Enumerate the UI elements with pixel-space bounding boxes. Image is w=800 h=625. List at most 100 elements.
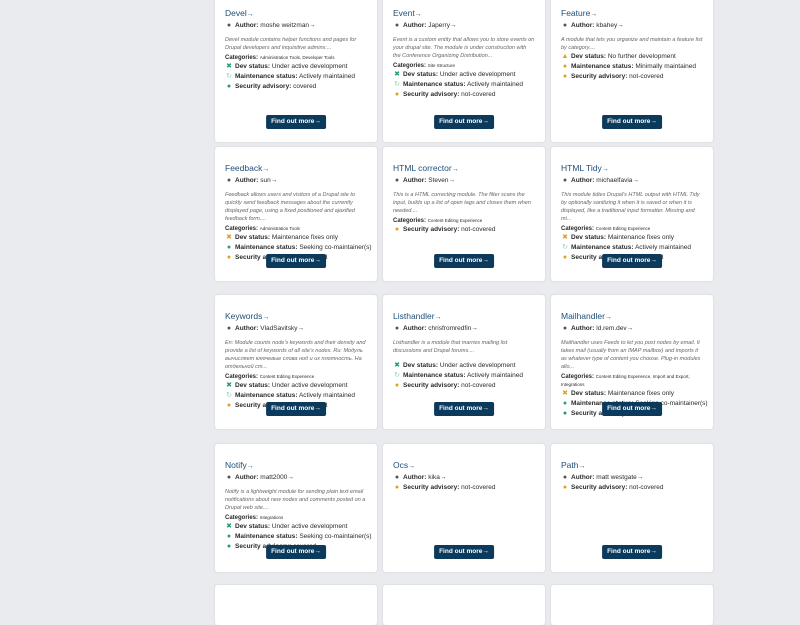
shield-icon: ●: [562, 254, 568, 261]
maintenance-status-row: ↻ Maintenance status: Actively maintained: [226, 73, 355, 80]
maintenance-status-row: ↻ Maintenance status: Actively maintained: [394, 372, 523, 379]
author-link[interactable]: moshe weitzman→: [260, 22, 315, 29]
find-out-more-button[interactable]: Find out more→: [266, 545, 326, 559]
categories-value: Site Structure: [427, 63, 455, 68]
project-title-link[interactable]: Listhandler→: [393, 311, 535, 323]
author-link[interactable]: sun→: [260, 177, 277, 184]
author-row: ● Author: chrisfromredfin→: [394, 325, 478, 332]
shield-icon: ●: [226, 254, 232, 261]
categories-row: Categories: Content Editing Experience, …: [561, 374, 690, 387]
arrow-icon: →: [414, 11, 422, 18]
author-row: ● Author: moshe weitzman→: [226, 22, 316, 29]
author-link[interactable]: Steven→: [428, 177, 455, 184]
categories-value: Content Editing Experience: [427, 218, 483, 223]
project-title-link[interactable]: Ocs→: [393, 460, 535, 472]
categories-value: Content Editing Experience: [259, 374, 315, 379]
person-icon: ●: [562, 22, 568, 29]
arrow-icon: →: [590, 11, 598, 18]
project-description: Devel module contains helper functions a…: [225, 37, 357, 51]
find-out-more-button[interactable]: Find out more→: [266, 402, 326, 416]
dev-status-row: ✖ Dev status: Under active development: [394, 71, 516, 78]
find-out-more-button[interactable]: Find out more→: [602, 115, 662, 129]
categories-row: Categories: Content Editing Experience: [225, 374, 315, 380]
categories-row: Categories: Content Editing Experience: [561, 226, 651, 232]
security-advisory-row: ●Security advisory: not-covered: [562, 484, 664, 491]
person-icon: ●: [226, 474, 232, 481]
author-link[interactable]: matt westgate→: [596, 474, 643, 481]
arrow-icon: →: [262, 314, 270, 321]
author-row: ● Author: Japerry→: [394, 22, 457, 29]
project-title-link[interactable]: Devel→: [225, 8, 367, 20]
security-advisory-row: ●Security advisory: not-covered: [562, 73, 664, 80]
project-card: Feature→ ● Author: kbahey→ A module that …: [551, 0, 713, 142]
arrow-icon: →: [246, 11, 254, 18]
person-icon: ●: [226, 177, 232, 184]
project-card: Notify→ ● Author: matt2000→ Notify is a l…: [215, 444, 377, 572]
security-advisory-row: ●Security advisory: not-covered: [394, 226, 496, 233]
author-row: ● Author: matt westgate→: [562, 474, 644, 481]
categories-row: Categories: Integrations: [225, 515, 284, 521]
users-icon: ●: [562, 400, 568, 407]
arrow-icon: →: [408, 463, 416, 470]
project-title-link[interactable]: Feedback→: [225, 163, 367, 175]
find-out-more-button[interactable]: Find out more→: [434, 115, 494, 129]
author-link[interactable]: michaelfavia→: [596, 177, 639, 184]
find-out-more-button[interactable]: Find out more→: [434, 402, 494, 416]
project-description: En: Module counts node's keywords and th…: [225, 340, 366, 370]
tools-icon: ✖: [226, 382, 232, 389]
project-title-link[interactable]: Path→: [561, 460, 703, 472]
maintenance-status-row: ↻ Maintenance status: Actively maintained: [562, 244, 691, 251]
project-title-link[interactable]: HTML Tidy→: [561, 163, 703, 175]
project-description: A module that lets you organize and main…: [561, 37, 703, 51]
project-description: Listhandler is a module that marries mai…: [393, 340, 508, 354]
find-out-more-button[interactable]: Find out more→: [266, 254, 326, 268]
author-link[interactable]: matt2000→: [260, 474, 294, 481]
shield-check-icon: ●: [562, 410, 568, 417]
author-link[interactable]: ld.rem.dev→: [596, 325, 633, 332]
person-icon: ●: [394, 177, 400, 184]
author-link[interactable]: VladSavitsky→: [260, 325, 304, 332]
author-link[interactable]: Japerry→: [428, 22, 456, 29]
security-advisory-row: ●Security advisory: not-covered: [394, 484, 496, 491]
project-title-link[interactable]: Notify→: [225, 460, 367, 472]
project-card: Path→ ● Author: matt westgate→ ● Security …: [551, 444, 713, 572]
dev-status-row: ✖ Dev status: Under active development: [226, 382, 348, 389]
author-row: ● Author: matt2000→: [226, 474, 294, 481]
author-link[interactable]: chrisfromredfin→: [428, 325, 477, 332]
find-out-more-button[interactable]: Find out more→: [434, 254, 494, 268]
author-row: ● Author: Steven→: [394, 177, 456, 184]
maintenance-status-row: ● Maintenance status: Minimally maintaine…: [562, 63, 697, 70]
project-title-link[interactable]: Event→: [393, 8, 535, 20]
project-title-link[interactable]: HTML corrector→: [393, 163, 535, 175]
dev-status-row: ✖ Dev status: Maintenance fixes only: [562, 234, 674, 241]
project-card: Keywords→ ● Author: VladSavitsky→ En: Mod…: [215, 295, 377, 429]
categories-row: Categories: Administration Tools, Develo…: [225, 55, 335, 61]
maintenance-status-row: ●Maintenance status: Seeking co-maintain…: [226, 244, 372, 251]
find-out-more-button[interactable]: Find out more→: [602, 254, 662, 268]
find-out-more-button[interactable]: Find out more→: [434, 545, 494, 559]
tools-icon: ✖: [394, 362, 400, 369]
author-row: ● Author: ld.rem.dev→: [562, 325, 634, 332]
arrow-icon: →: [601, 166, 609, 173]
author-row: ● Author: sun→: [226, 177, 278, 184]
project-description: This is a HTML correcting module. The fi…: [393, 192, 531, 214]
person-icon: ●: [394, 325, 400, 332]
project-title-link[interactable]: Keywords→: [225, 311, 367, 323]
author-link[interactable]: kbahey→: [596, 22, 623, 29]
person-icon: ●: [562, 177, 568, 184]
author-link[interactable]: kika→: [428, 474, 446, 481]
project-title-link[interactable]: Feature→: [561, 8, 703, 20]
maintenance-status-row: ↻ Maintenance status: Actively maintained: [394, 81, 523, 88]
arrow-icon: →: [434, 314, 442, 321]
author-row: ● Author: kika→: [394, 474, 447, 481]
project-title-link[interactable]: Mailhandler→: [561, 311, 703, 323]
find-out-more-button[interactable]: Find out more→: [602, 545, 662, 559]
person-icon: ●: [226, 325, 232, 332]
users-icon: ●: [226, 533, 232, 540]
find-out-more-button[interactable]: Find out more→: [266, 115, 326, 129]
refresh-icon: ↻: [226, 392, 232, 399]
find-out-more-button[interactable]: Find out more→: [602, 402, 662, 416]
person-icon: ●: [562, 474, 568, 481]
tools-icon: ✖: [562, 390, 568, 397]
project-card: Ocs→ ● Author: kika→ ● Security advisory: …: [383, 444, 545, 572]
